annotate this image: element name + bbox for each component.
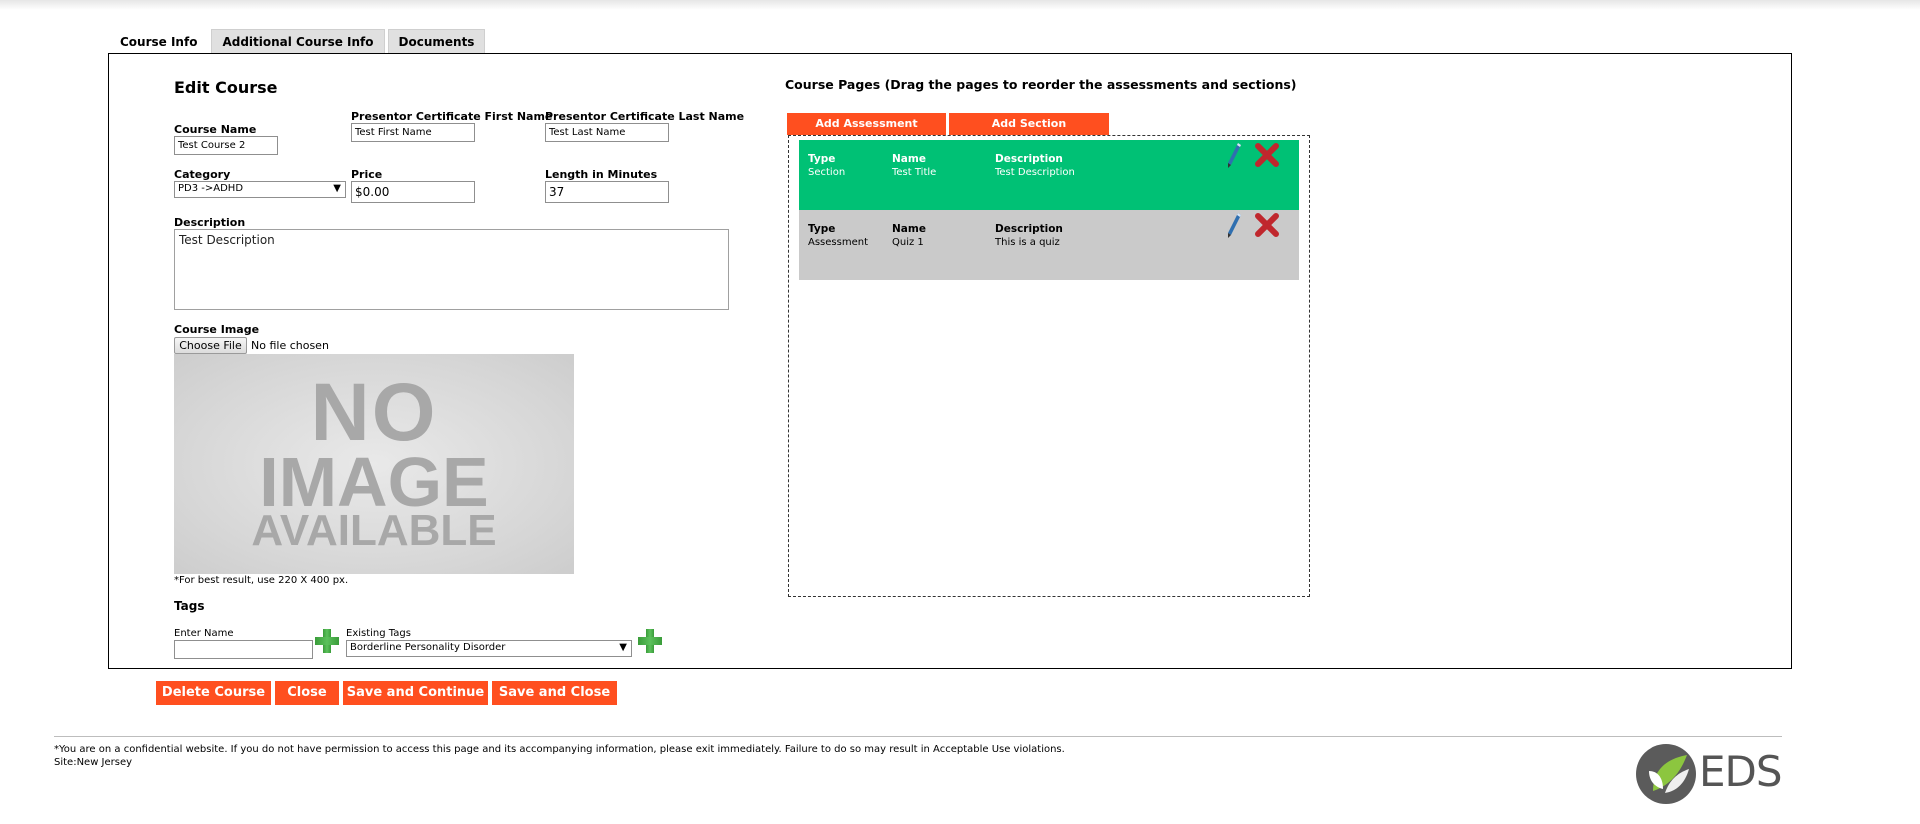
- description-label: Description: [174, 216, 246, 229]
- add-section-button[interactable]: Add Section: [949, 113, 1109, 135]
- page-title: Edit Course: [174, 78, 278, 97]
- tab-course-info[interactable]: Course Info: [109, 29, 209, 53]
- choose-file-button[interactable]: Choose File: [174, 337, 247, 354]
- delete-x-icon[interactable]: [1254, 142, 1280, 168]
- course-page-row-section[interactable]: Type Section Name Test Title Description Te…: [799, 140, 1299, 210]
- footer-notice: *You are on a confidential website. If y…: [54, 743, 1065, 769]
- row-description-value: This is a quiz: [995, 237, 1060, 248]
- row-name-header: Name: [892, 223, 926, 235]
- confidential-notice: *You are on a confidential website. If y…: [54, 744, 1065, 755]
- no-image-line-1: NO: [310, 367, 438, 458]
- row-name-header: Name: [892, 153, 926, 165]
- row-description-value: Test Description: [995, 167, 1075, 178]
- no-image-placeholder: NO IMAGE AVAILABLE: [174, 354, 574, 574]
- row-name: Name Test Title: [892, 153, 936, 179]
- tab-documents[interactable]: Documents: [387, 29, 486, 53]
- no-image-line-3: AVAILABLE: [251, 506, 497, 555]
- course-name-label: Course Name: [174, 123, 257, 136]
- eds-logo: EDS: [1635, 741, 1785, 807]
- no-file-text: No file chosen: [251, 339, 329, 352]
- dropdown-caret-icon: ▼: [619, 642, 627, 653]
- row-name-value: Quiz 1: [892, 237, 924, 248]
- category-select[interactable]: PD3 ->ADHD ▼: [174, 181, 346, 198]
- first-name-label: Presentor Certificate First Name: [351, 110, 553, 123]
- row-type-header: Type: [808, 153, 836, 165]
- edit-pencil-icon[interactable]: [1224, 141, 1244, 168]
- enter-name-label: Enter Name: [174, 628, 234, 639]
- tags-heading: Tags: [174, 599, 205, 613]
- footer-divider: [54, 736, 1782, 737]
- save-and-continue-button[interactable]: Save and Continue: [343, 681, 488, 705]
- row-type-value: Section: [808, 167, 846, 178]
- category-value: PD3 ->ADHD: [178, 183, 244, 194]
- row-type: Type Section: [808, 153, 845, 179]
- edit-pencil-icon[interactable]: [1224, 211, 1244, 238]
- tab-additional-course-info[interactable]: Additional Course Info: [211, 29, 385, 53]
- description-textarea[interactable]: Test Description: [174, 229, 729, 310]
- price-input[interactable]: $0.00: [351, 181, 475, 203]
- last-name-input[interactable]: Test Last Name: [545, 123, 669, 142]
- row-description: Description This is a quiz: [995, 223, 1063, 249]
- top-shadow: [0, 0, 1920, 10]
- eds-leaf-logo: [1636, 744, 1696, 804]
- row-name-value: Test Title: [892, 167, 937, 178]
- site-label: Site:New Jersey: [54, 757, 133, 768]
- image-size-hint: *For best result, use 220 X 400 px.: [174, 575, 349, 586]
- add-assessment-button[interactable]: Add Assessment: [787, 113, 946, 135]
- last-name-label: Presentor Certificate Last Name: [545, 110, 745, 123]
- add-tag-plus-icon[interactable]: [314, 628, 340, 654]
- row-name: Name Quiz 1: [892, 223, 926, 249]
- length-label: Length in Minutes: [545, 168, 658, 181]
- existing-tags-select[interactable]: Borderline Personality Disorder ▼: [346, 640, 632, 657]
- dropdown-caret-icon: ▼: [333, 183, 341, 194]
- price-label: Price: [351, 168, 383, 181]
- row-description: Description Test Description: [995, 153, 1075, 179]
- tab-bar: Course Info Additional Course Info Docum…: [109, 29, 488, 53]
- tag-name-input[interactable]: [174, 640, 313, 659]
- course-image-label: Course Image: [174, 323, 260, 336]
- category-label: Category: [174, 168, 231, 181]
- eds-logo-text: EDS: [1699, 747, 1783, 796]
- row-type-header: Type: [808, 223, 836, 235]
- delete-x-icon[interactable]: [1254, 212, 1280, 238]
- course-name-input[interactable]: Test Course 2: [174, 136, 278, 155]
- add-existing-tag-plus-icon[interactable]: [637, 628, 663, 654]
- row-type-value: Assessment: [808, 237, 868, 248]
- first-name-input[interactable]: Test First Name: [351, 123, 475, 142]
- row-description-header: Description: [995, 223, 1063, 235]
- row-type: Type Assessment: [808, 223, 868, 249]
- course-page-row-assessment[interactable]: Type Assessment Name Quiz 1 Description Thi…: [799, 210, 1299, 280]
- row-description-header: Description: [995, 153, 1063, 165]
- length-input[interactable]: 37: [545, 181, 669, 203]
- delete-course-button[interactable]: Delete Course: [156, 681, 271, 705]
- close-button[interactable]: Close: [275, 681, 339, 705]
- existing-tags-label: Existing Tags: [346, 628, 411, 639]
- save-and-close-button[interactable]: Save and Close: [492, 681, 617, 705]
- course-pages-title: Course Pages (Drag the pages to reorder …: [785, 77, 1297, 92]
- existing-tags-value: Borderline Personality Disorder: [350, 642, 506, 653]
